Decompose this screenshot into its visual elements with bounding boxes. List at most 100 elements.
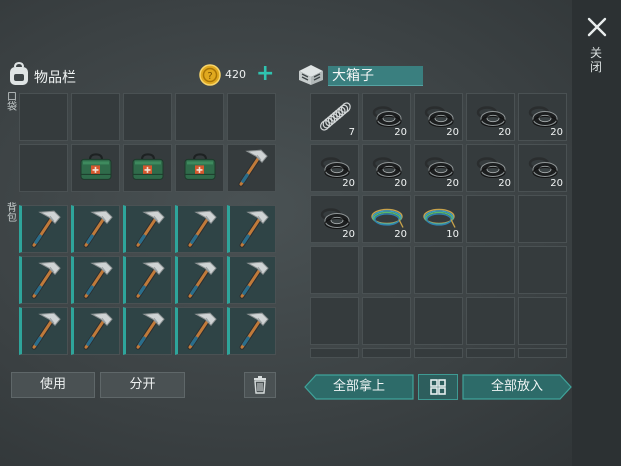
chest-slot[interactable]: 20 bbox=[466, 93, 515, 141]
chest-slot[interactable]: 20 bbox=[310, 144, 359, 192]
pocket-slot[interactable] bbox=[123, 93, 172, 141]
backpack-slot[interactable] bbox=[175, 256, 224, 304]
chest-slot[interactable]: 20 bbox=[362, 144, 411, 192]
close-icon bbox=[587, 17, 607, 37]
chest-slot[interactable]: 20 bbox=[362, 195, 411, 243]
hatchet-icon bbox=[83, 312, 113, 350]
chest-slot[interactable]: 20 bbox=[310, 195, 359, 243]
chest-slot[interactable] bbox=[414, 297, 463, 345]
pocket-slot[interactable] bbox=[19, 144, 68, 192]
close-button[interactable] bbox=[584, 14, 610, 40]
chest-slot[interactable] bbox=[466, 348, 515, 358]
chest-name-field[interactable]: 大箱子 bbox=[328, 66, 423, 86]
backpack-slot[interactable] bbox=[19, 205, 68, 253]
backpack-label: 背包 bbox=[7, 203, 17, 224]
chest-slot[interactable]: 10 bbox=[414, 195, 463, 243]
chest-slot[interactable] bbox=[518, 348, 567, 358]
spring-icon bbox=[319, 102, 351, 131]
backpack-slot[interactable] bbox=[71, 307, 120, 355]
chest-slot[interactable]: 20 bbox=[414, 144, 463, 192]
chest-slot[interactable] bbox=[362, 246, 411, 294]
sort-button[interactable] bbox=[418, 374, 458, 400]
medkit-bag-icon bbox=[132, 153, 163, 180]
take-all-label: 全部拿上 bbox=[332, 379, 385, 394]
trash-button[interactable] bbox=[244, 372, 276, 398]
put-all-label: 全部放入 bbox=[490, 379, 543, 394]
hatchet-icon bbox=[187, 210, 217, 248]
pocket-slot[interactable] bbox=[227, 93, 276, 141]
chest-slot[interactable] bbox=[414, 246, 463, 294]
chest-slot[interactable]: 20 bbox=[362, 93, 411, 141]
backpack-slot[interactable] bbox=[227, 307, 276, 355]
tire-icon bbox=[372, 157, 401, 178]
hatchet-icon bbox=[31, 261, 61, 299]
tire-icon bbox=[320, 208, 349, 229]
chest-slot[interactable] bbox=[414, 348, 463, 358]
pocket-slot[interactable] bbox=[227, 144, 276, 192]
chest-slot[interactable] bbox=[518, 246, 567, 294]
coin-count: 420 bbox=[225, 68, 246, 81]
item-count: 20 bbox=[394, 229, 407, 240]
use-button[interactable]: 使用 bbox=[11, 372, 95, 398]
backpack-slot[interactable] bbox=[123, 307, 172, 355]
chest-slot[interactable]: 20 bbox=[518, 144, 567, 192]
backpack-slot[interactable] bbox=[175, 205, 224, 253]
chest-slot[interactable] bbox=[362, 297, 411, 345]
inventory-title: 物品栏 bbox=[34, 70, 76, 86]
medkit-bag-icon bbox=[184, 153, 215, 180]
chest-slot[interactable] bbox=[466, 297, 515, 345]
backpack-slot[interactable] bbox=[19, 256, 68, 304]
tire-icon bbox=[424, 106, 453, 127]
backpack-slot[interactable] bbox=[123, 256, 172, 304]
chest-slot[interactable] bbox=[310, 246, 359, 294]
hatchet-icon bbox=[239, 210, 269, 248]
backpack-slot[interactable] bbox=[19, 307, 68, 355]
pocket-slot[interactable] bbox=[19, 93, 68, 141]
tire-icon bbox=[424, 157, 453, 178]
take-all-button[interactable]: 全部拿上 bbox=[304, 374, 414, 400]
backpack-slot[interactable] bbox=[71, 205, 120, 253]
tire-icon bbox=[528, 106, 557, 127]
chest-slot[interactable] bbox=[466, 195, 515, 243]
chest-slot[interactable] bbox=[310, 348, 359, 358]
backpack-slot[interactable] bbox=[71, 256, 120, 304]
backpack-icon bbox=[10, 62, 28, 85]
backpack-slot[interactable] bbox=[227, 205, 276, 253]
backpack-slot[interactable] bbox=[227, 256, 276, 304]
item-count: 10 bbox=[446, 229, 459, 240]
trash-icon bbox=[254, 376, 266, 394]
chest-slot[interactable] bbox=[362, 348, 411, 358]
chest-slot[interactable]: 20 bbox=[518, 93, 567, 141]
medkit-bag-icon bbox=[80, 153, 111, 180]
hatchet-icon bbox=[135, 210, 165, 248]
svg-text:?: ? bbox=[207, 71, 212, 82]
wire-coil-icon bbox=[422, 208, 456, 228]
chest-slot[interactable]: 20 bbox=[466, 144, 515, 192]
pocket-slot[interactable] bbox=[123, 144, 172, 192]
hatchet-icon bbox=[239, 261, 269, 299]
item-count: 20 bbox=[342, 178, 355, 189]
chest-slot[interactable]: 20 bbox=[414, 93, 463, 141]
tire-icon bbox=[320, 157, 349, 178]
hatchet-icon bbox=[135, 312, 165, 350]
chest-slot[interactable] bbox=[466, 246, 515, 294]
pocket-slot[interactable] bbox=[71, 93, 120, 141]
pocket-slot[interactable] bbox=[71, 144, 120, 192]
item-count: 20 bbox=[498, 178, 511, 189]
split-button[interactable]: 分开 bbox=[100, 372, 185, 398]
tire-icon bbox=[372, 106, 401, 127]
chest-slot[interactable] bbox=[310, 297, 359, 345]
add-coins-button[interactable]: + bbox=[256, 63, 274, 85]
put-all-button[interactable]: 全部放入 bbox=[462, 374, 572, 400]
sort-icon bbox=[430, 379, 446, 395]
item-count: 20 bbox=[446, 178, 459, 189]
pocket-slot[interactable] bbox=[175, 144, 224, 192]
chest-slot[interactable] bbox=[518, 195, 567, 243]
chest-slot[interactable] bbox=[518, 297, 567, 345]
chest-slot[interactable]: 7 bbox=[310, 93, 359, 141]
backpack-slot[interactable] bbox=[123, 205, 172, 253]
hatchet-icon bbox=[187, 312, 217, 350]
pocket-slot[interactable] bbox=[175, 93, 224, 141]
backpack-slot[interactable] bbox=[175, 307, 224, 355]
item-count: 20 bbox=[394, 178, 407, 189]
